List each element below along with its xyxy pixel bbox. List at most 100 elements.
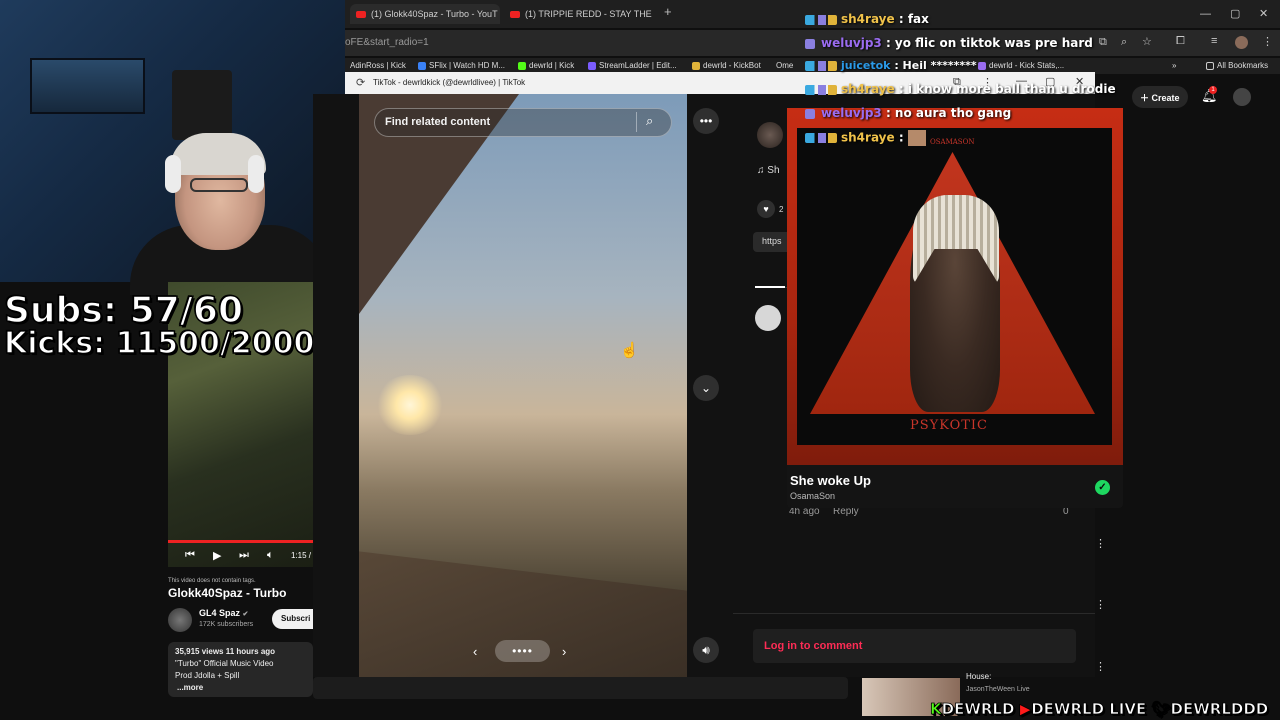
desc-line: Prod Jdolla + Spill	[175, 671, 240, 680]
chevron-left-icon[interactable]: ‹	[473, 644, 477, 659]
maximize-icon[interactable]: ▢	[1230, 7, 1240, 20]
album-art-label: PSYKOTIC	[910, 418, 989, 433]
bookmark-adinross[interactable]: AdinRoss | Kick	[350, 61, 406, 70]
subs-counter: Subs: 57/60	[3, 289, 244, 332]
sound-icon[interactable]: 🔊︎	[693, 637, 719, 663]
kick-icon: K	[930, 700, 942, 719]
install-icon[interactable]: ⧉	[1099, 36, 1107, 49]
chevron-right-icon[interactable]: ›	[562, 644, 566, 659]
music-link[interactable]: ♫ Sh	[757, 165, 780, 176]
no-tags-note: This video does not contain tags.	[168, 578, 256, 584]
chat-message: weluvjp3 : no aura tho gang	[805, 106, 1011, 120]
login-to-comment-label: Log in to comment	[764, 640, 863, 652]
close-window-icon[interactable]: ✕	[1259, 7, 1268, 20]
chat-message: juicetok : Heil ********	[805, 59, 977, 72]
channel-name[interactable]: GL4 Spaz ✔	[199, 608, 248, 618]
bookmark-streamladder[interactable]: StreamLadder | Edit...	[588, 61, 677, 70]
kebab-menu-icon[interactable]: ⋮	[1095, 537, 1106, 550]
kicks-counter: Kicks: 11500/20000	[3, 325, 336, 362]
chat-badge-icon	[805, 38, 815, 49]
bookmark-dewrld-kick[interactable]: dewrld | Kick	[518, 61, 574, 70]
search-placeholder: Find related content	[385, 116, 491, 128]
plus-icon: ＋	[1140, 93, 1150, 103]
volume-icon[interactable]: 🔈︎	[267, 549, 274, 562]
chat-badges-icon	[805, 61, 837, 71]
check-icon: ✓	[1095, 480, 1110, 495]
chat-message: weluvjp3 : yo flic on tiktok was pre har…	[805, 36, 1093, 50]
video-title: Glokk40Spaz - Turbo	[168, 586, 287, 600]
recommended-channel[interactable]: JasonTheWeen Live	[966, 686, 1030, 693]
sflix-icon	[418, 61, 426, 70]
folder-icon	[1206, 61, 1214, 70]
youtube-profile-avatar[interactable]	[1233, 88, 1251, 106]
kebab-menu-icon[interactable]: ⋮	[1095, 598, 1106, 611]
play-icon[interactable]: ▶	[213, 549, 221, 562]
kick-icon	[518, 61, 526, 70]
zoom-icon[interactable]: ⌕	[1121, 36, 1127, 49]
comments-tab-indicator	[755, 286, 785, 288]
chat-message: sh4raye : fax	[805, 12, 929, 26]
show-more-link[interactable]: ...more	[177, 683, 203, 692]
more-bookmarks-icon[interactable]: »	[1172, 61, 1176, 70]
tab-label: (1) Glokk40Spaz - Turbo - YouT	[371, 9, 498, 19]
search-divider	[636, 112, 637, 132]
author-avatar[interactable]	[757, 122, 783, 148]
notification-badge: 1	[1209, 86, 1217, 94]
hand-cursor-icon: ☝	[620, 342, 639, 359]
desc-line: "Turbo" Official Music Video	[175, 659, 274, 668]
chevron-down-icon[interactable]: ⌄	[693, 375, 719, 401]
profile-avatar[interactable]	[1235, 36, 1248, 49]
verified-icon: ✔	[242, 611, 249, 618]
all-bookmarks[interactable]: All Bookmarks	[1206, 61, 1268, 70]
kebab-menu-icon[interactable]: ⋮	[1095, 660, 1106, 673]
twitter-icon: 🐦︎	[1151, 700, 1171, 719]
headphone-right	[248, 155, 264, 193]
new-tab-button[interactable]: +	[664, 4, 672, 19]
wall-poster	[30, 58, 145, 114]
view-stats: 35,915 views 11 hours ago	[175, 647, 276, 656]
bookmark-sflix[interactable]: SFlix | Watch HD M...	[418, 61, 505, 70]
song-artist: OsamaSon	[790, 491, 836, 501]
chat-badges-icon	[805, 133, 837, 143]
menu-icon[interactable]: ⋮	[1262, 35, 1273, 48]
url-text[interactable]: oFE&start_radio=1	[345, 37, 429, 48]
bookmark-ome[interactable]: Ome	[776, 61, 793, 70]
tiktok-left-gutter	[313, 94, 359, 677]
reload-icon[interactable]: ⟳	[356, 76, 365, 89]
commenter-avatar[interactable]	[755, 305, 781, 331]
video-sun	[375, 375, 445, 435]
previous-icon[interactable]: ⏮	[185, 549, 195, 562]
streamer-glasses	[190, 178, 248, 192]
subscriber-count: 172K subscribers	[199, 621, 254, 628]
extensions-icon[interactable]: ⧠	[1176, 35, 1185, 48]
video-time: 1:15 /	[291, 551, 312, 560]
youtube-icon	[356, 10, 366, 18]
more-options-icon[interactable]: •••	[693, 108, 719, 134]
chat-message: sh4raye : i know more ball than u drodie	[805, 82, 1116, 96]
chat-badges-icon	[805, 14, 837, 25]
bookmark-kickbot[interactable]: dewrld - KickBot	[692, 61, 761, 70]
media-icon[interactable]: ≡	[1211, 35, 1217, 47]
carousel-dots[interactable]: ••••	[495, 640, 550, 662]
socials-banner: KDEWRLD ▶DEWRLD LIVE 🐦︎DEWRLDDD	[930, 700, 1269, 719]
youtube-progress-bar[interactable]	[168, 540, 313, 543]
bookmark-kick-stats[interactable]: dewrld - Kick Stats,...	[978, 61, 1064, 70]
heart-icon[interactable]: ♥	[757, 200, 775, 218]
minimize-icon[interactable]: —	[1200, 8, 1211, 20]
streamladder-icon	[588, 61, 596, 70]
search-icon[interactable]: ⌕	[646, 113, 653, 129]
kickstats-icon	[978, 61, 986, 70]
tab-label: (1) TRIPPIE REDD - STAY THE S	[525, 9, 654, 19]
song-title: She woke Up	[790, 473, 871, 488]
youtube-icon	[510, 10, 520, 18]
emote-icon	[907, 130, 926, 146]
next-icon[interactable]: ⏭	[239, 549, 249, 562]
divider	[733, 613, 1095, 614]
tab-youtube-turbo[interactable]: (1) Glokk40Spaz - Turbo - YouT ✕	[350, 4, 500, 24]
recommended-title[interactable]: House:	[966, 672, 991, 681]
album-art-tag: OSAMASON	[930, 138, 975, 146]
star-icon[interactable]: ☆	[1142, 35, 1152, 48]
tab-youtube-trippie[interactable]: (1) TRIPPIE REDD - STAY THE S ✕	[504, 4, 654, 24]
create-button[interactable]: ＋ Create	[1132, 86, 1188, 108]
channel-avatar[interactable]	[168, 608, 192, 632]
